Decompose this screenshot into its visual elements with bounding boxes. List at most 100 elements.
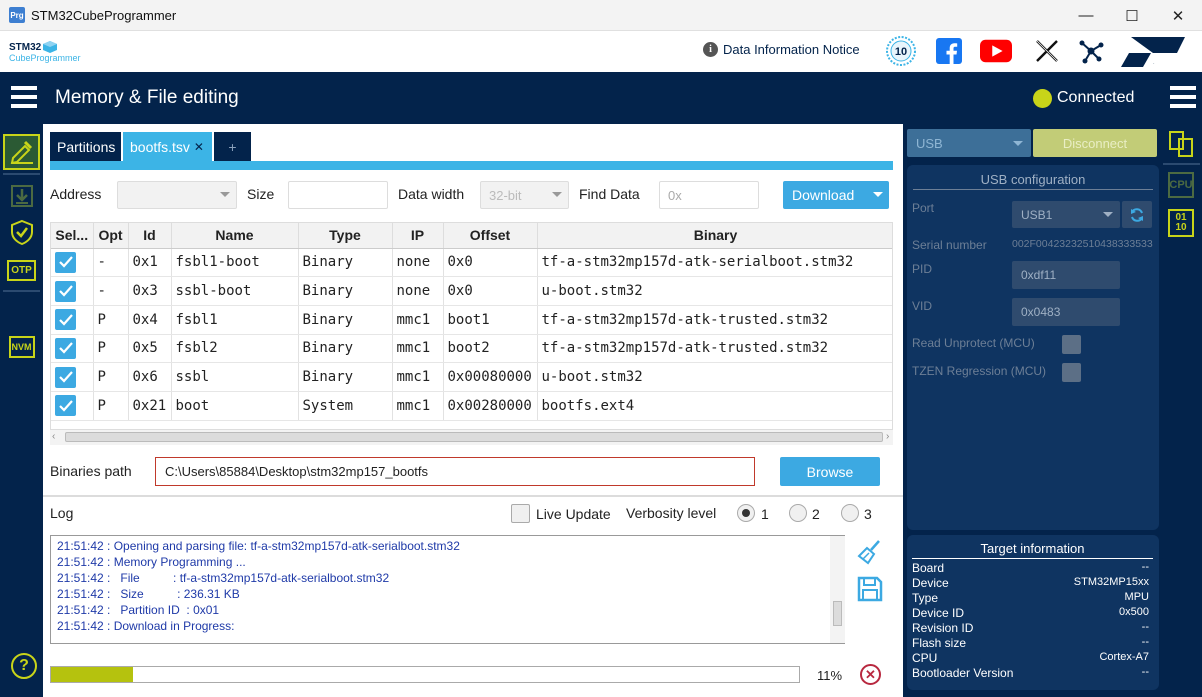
port-select[interactable]: USB1 — [1012, 201, 1120, 228]
compare-memory-nav[interactable] — [1166, 128, 1196, 160]
menu-hamburger-icon[interactable] — [11, 86, 37, 108]
settings-hamburger-icon[interactable] — [1170, 86, 1196, 108]
vid-input[interactable]: 0x0483 — [1012, 298, 1120, 326]
binary-data-icon[interactable]: 01 10 — [1168, 209, 1194, 237]
cell-offset: boot1 — [443, 305, 538, 335]
otp-nav[interactable]: OTP — [3, 252, 40, 288]
download-button[interactable]: Download — [783, 181, 889, 209]
refresh-icon — [1131, 207, 1143, 222]
cell-id: 0x5 — [128, 334, 172, 364]
cell-binary: tf-a-stm32mp157d-atk-trusted.stm32 — [537, 305, 892, 335]
table-row[interactable]: P 0x4 fsbl1 Binary mmc1 boot1 tf-a-stm32mp157d… — [51, 305, 892, 335]
select-checkbox[interactable] — [55, 280, 76, 302]
logo-line1: STM32 — [9, 42, 42, 53]
close-button[interactable]: ✕ — [1155, 0, 1201, 31]
tab-bootfs-tsv[interactable]: bootfs.tsv ✕ — [123, 132, 212, 161]
column-header[interactable]: Type — [298, 223, 393, 249]
community-network-icon[interactable] — [1075, 37, 1107, 65]
port-value: USB1 — [1021, 207, 1053, 222]
clear-log-broom-icon[interactable] — [857, 539, 883, 565]
size-input[interactable] — [288, 181, 388, 209]
cell-opt: P — [93, 305, 129, 335]
column-header[interactable]: Opt — [93, 223, 129, 249]
memory-edit-nav[interactable] — [3, 134, 40, 170]
usb-config-title: USB configuration — [913, 172, 1153, 190]
cpu-icon[interactable]: CPU — [1168, 172, 1194, 198]
data-width-select[interactable]: 32-bit — [480, 181, 569, 209]
table-row[interactable]: P 0x5 fsbl2 Binary mmc1 boot2 tf-a-stm32mp157d… — [51, 334, 892, 364]
column-header[interactable]: Offset — [443, 223, 538, 249]
download-progress-bar — [50, 666, 800, 683]
cell-type: Binary — [298, 305, 393, 335]
help-icon[interactable]: ? — [11, 653, 37, 679]
info-icon: i — [703, 42, 718, 57]
add-tab-button[interactable]: + — [214, 132, 251, 161]
facebook-icon[interactable] — [933, 37, 965, 65]
x-twitter-icon[interactable] — [1031, 37, 1063, 65]
download-icon — [10, 185, 33, 207]
cell-opt: - — [93, 276, 129, 306]
scroll-right-icon[interactable]: › — [886, 431, 889, 442]
column-header[interactable]: Name — [171, 223, 299, 249]
table-row[interactable]: P 0x6 ssbl Binary mmc1 0x00080000 u-boot.stm32 — [51, 362, 892, 392]
disconnect-button[interactable]: Disconnect — [1033, 129, 1157, 157]
verbosity-radio-3[interactable] — [841, 504, 859, 522]
download-nav[interactable] — [3, 178, 40, 214]
target-info-value: STM32MP15xx — [1073, 576, 1149, 588]
data-information-notice-link[interactable]: i Data Information Notice — [703, 42, 860, 57]
column-header[interactable]: Id — [128, 223, 172, 249]
youtube-icon[interactable] — [980, 37, 1012, 65]
data-width-value: 32-bit — [489, 187, 522, 203]
maximize-button[interactable]: ☐ — [1109, 0, 1155, 31]
target-info-title: Target information — [912, 541, 1153, 559]
anniversary-badge-icon[interactable]: 10 — [885, 36, 917, 66]
close-tab-icon[interactable]: ✕ — [194, 140, 204, 154]
target-info-label: Revision ID — [912, 621, 974, 635]
refresh-port-button[interactable] — [1122, 201, 1152, 228]
live-update-label: Live Update — [536, 506, 611, 522]
log-scroll-thumb[interactable] — [833, 601, 842, 626]
connection-status-indicator — [1033, 89, 1052, 108]
table-row[interactable]: P 0x21 boot System mmc1 0x00280000 bootfs.ext4 — [51, 391, 892, 421]
security-nav[interactable] — [3, 214, 40, 250]
table-row[interactable]: -0x1 fsbl1-boot Binary none 0x0 tf-a-stm32mp1… — [51, 248, 892, 278]
column-header[interactable]: IP — [392, 223, 444, 249]
select-checkbox[interactable] — [55, 395, 76, 417]
select-checkbox[interactable] — [55, 366, 76, 388]
select-checkbox[interactable] — [55, 251, 76, 273]
column-header[interactable]: Sel... — [51, 223, 94, 249]
save-log-icon[interactable] — [857, 576, 883, 602]
tab-partitions[interactable]: Partitions — [50, 132, 121, 161]
pid-input[interactable]: 0xdf11 — [1012, 261, 1120, 289]
cancel-download-icon[interactable]: ✕ — [860, 664, 881, 685]
nvm-nav[interactable]: NVM — [3, 329, 40, 365]
title-bar — [0, 0, 1202, 31]
log-separator — [43, 495, 903, 497]
select-checkbox[interactable] — [55, 309, 76, 331]
table-row[interactable]: -0x3 ssbl-boot Binary none 0x0 u-boot.stm32 — [51, 276, 892, 306]
tzen-regression-checkbox[interactable] — [1062, 363, 1081, 382]
browse-button[interactable]: Browse — [780, 457, 880, 486]
live-update-checkbox[interactable] — [511, 504, 530, 523]
verbosity-radio-2[interactable] — [789, 504, 807, 522]
minimize-button[interactable]: — — [1063, 0, 1109, 31]
column-header[interactable]: Binary — [537, 223, 892, 249]
interface-select[interactable]: USB — [907, 129, 1031, 157]
cell-opt: - — [93, 248, 129, 278]
log-vertical-scrollbar[interactable] — [830, 536, 845, 643]
log-line: 21:51:42 : Download in Progress: — [57, 619, 235, 633]
select-checkbox[interactable] — [55, 337, 76, 359]
brand-bar — [0, 31, 1202, 72]
find-data-input[interactable]: 0x — [659, 181, 759, 209]
target-info-value: -- — [1141, 621, 1149, 633]
address-select[interactable] — [117, 181, 237, 209]
select-cell — [51, 276, 94, 306]
horizontal-scroll-thumb[interactable] — [65, 432, 883, 442]
chevron-down-icon[interactable] — [873, 192, 883, 197]
scroll-left-icon[interactable]: ‹ — [52, 431, 55, 442]
read-unprotect-checkbox[interactable] — [1062, 335, 1081, 354]
log-line: 21:51:42 : Opening and parsing file: tf-… — [57, 539, 460, 553]
cell-ip: mmc1 — [392, 334, 444, 364]
binaries-path-input[interactable]: C:\Users\85884\Desktop\stm32mp157_bootfs — [155, 457, 755, 486]
verbosity-radio-1[interactable] — [737, 504, 755, 522]
